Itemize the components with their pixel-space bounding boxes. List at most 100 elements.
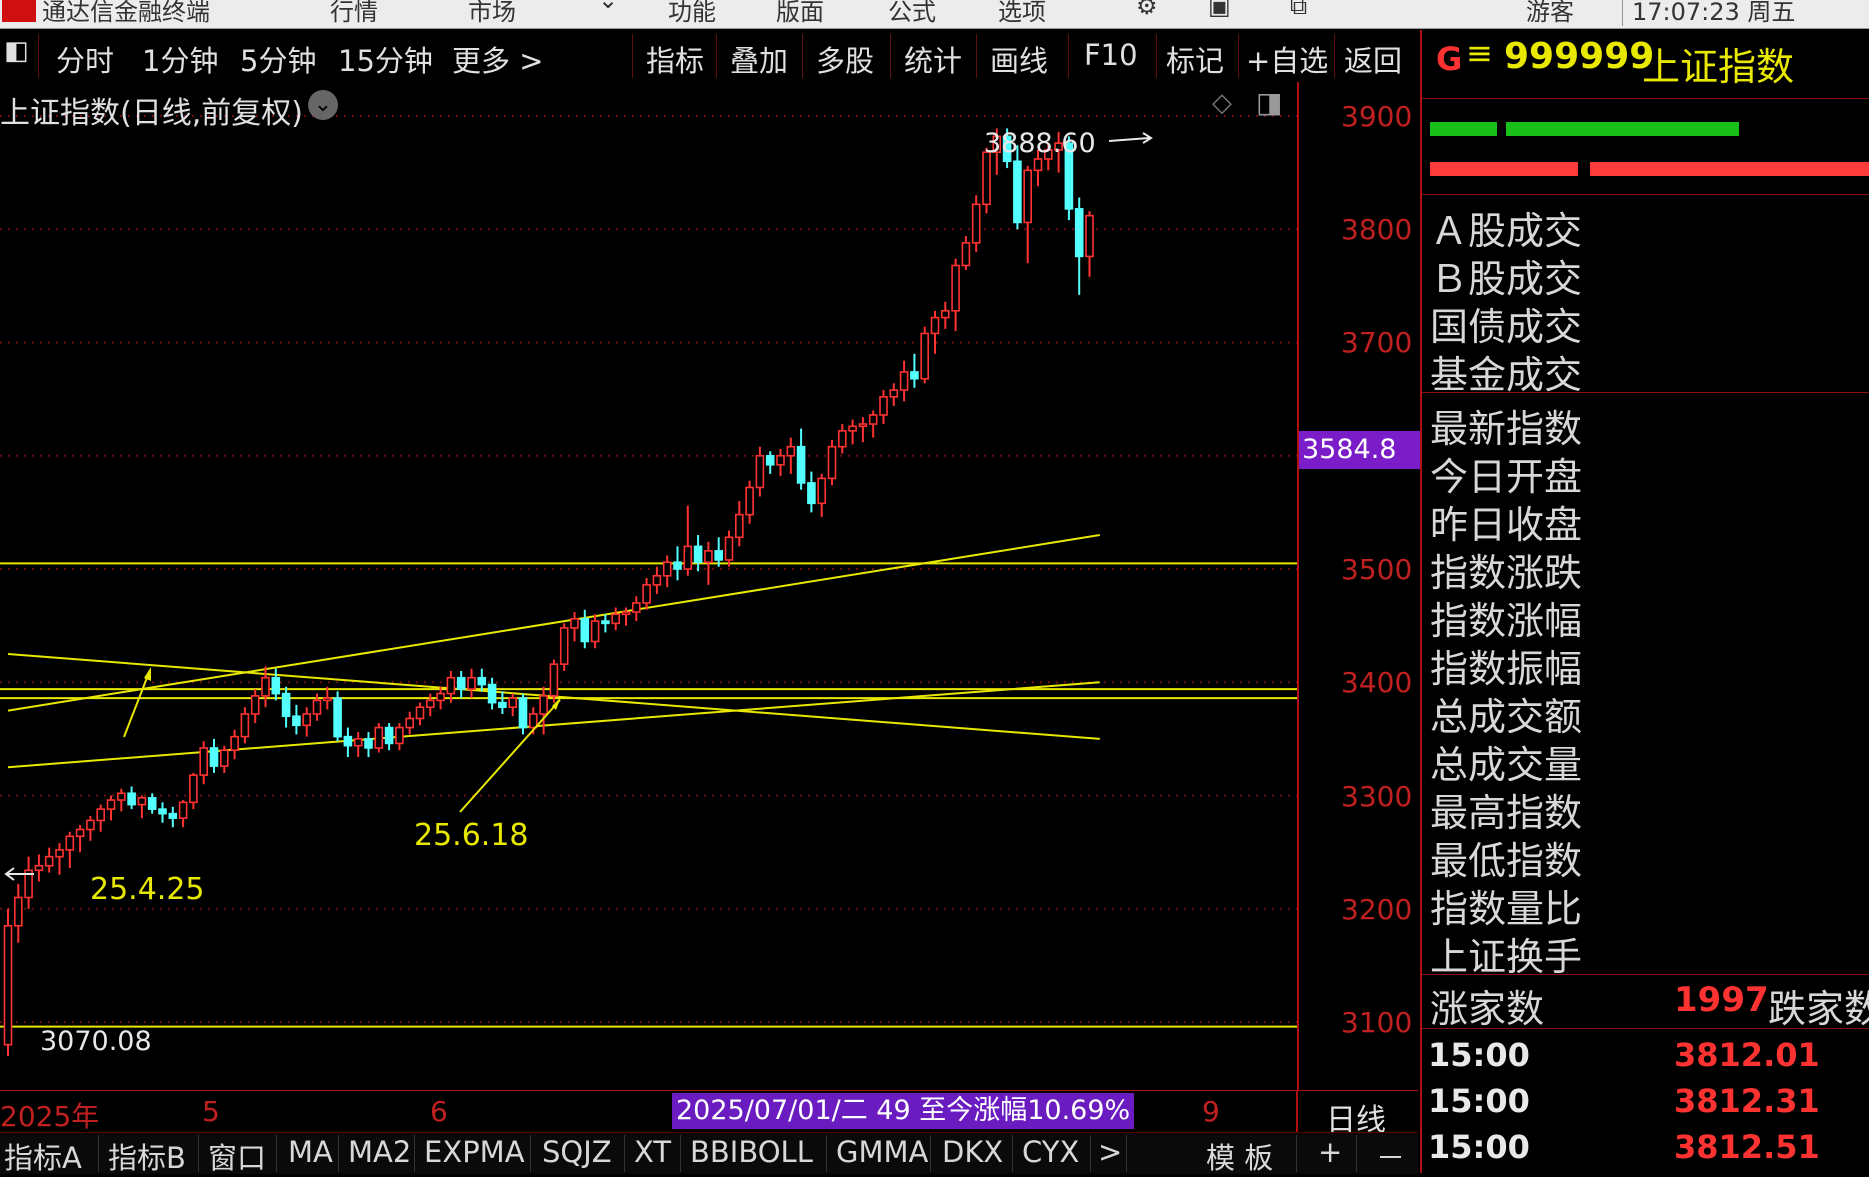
candle-body	[549, 663, 559, 697]
candle-body	[333, 697, 342, 738]
candle-body	[683, 545, 693, 570]
candle-body	[590, 620, 600, 643]
index-name: 上证指数	[1642, 45, 1795, 89]
zoom-in-button[interactable]: +	[1318, 1135, 1342, 1169]
tab-divider	[1012, 1135, 1013, 1172]
tab-cyx[interactable]: CYX	[1022, 1135, 1079, 1169]
lock-icon[interactable]: ▣	[1208, 0, 1231, 20]
candle	[147, 793, 157, 814]
menu-formula[interactable]: 公式	[888, 0, 936, 27]
tool-statistics[interactable]: 统计	[904, 38, 962, 80]
account-icon[interactable]: ⧉	[1290, 0, 1307, 20]
panel-toggle-icon[interactable]: ◨	[1256, 86, 1282, 119]
xlabel-june: 6	[430, 1095, 448, 1128]
tab-bbiboll[interactable]: BBIBOLL	[690, 1135, 813, 1169]
candle	[714, 537, 724, 567]
tool-f10[interactable]: F10	[1084, 38, 1138, 72]
menu-layout[interactable]: 版面	[776, 0, 824, 27]
label-fund-turnover: 基金成交	[1430, 353, 1583, 397]
tick-time: 15:00	[1428, 1036, 1530, 1074]
candle	[44, 847, 54, 873]
tab-ma[interactable]: MA	[288, 1135, 333, 1169]
tick-price: 3812.51	[1674, 1128, 1820, 1166]
candle-body	[240, 713, 250, 738]
label-index-amplitude: 指数振幅	[1430, 647, 1583, 691]
period-5min[interactable]: 5分钟	[240, 38, 316, 80]
candle	[580, 609, 590, 649]
toolbar-divider	[632, 34, 633, 78]
tool-draw-line[interactable]: 画线	[990, 38, 1048, 80]
tab-expma[interactable]: EXPMA	[424, 1135, 525, 1169]
candle	[343, 727, 353, 758]
user-label[interactable]: 游客	[1526, 0, 1574, 27]
advancers-count: 1997	[1674, 980, 1769, 1020]
tool-overlay[interactable]: 叠加	[730, 38, 788, 80]
tabs-scroll-right[interactable]: >	[1098, 1135, 1122, 1169]
volume-bar-green-right	[1506, 122, 1740, 136]
candle	[137, 795, 147, 819]
candle	[127, 786, 136, 810]
tab-window[interactable]: 窗口	[208, 1135, 266, 1177]
xlabel-september: 9	[1202, 1095, 1220, 1128]
candlestick-chart[interactable]: 上证指数(日线,前复权) ⌄ ◇ ◨ 3888.60 3070.08 25.4.…	[0, 82, 1297, 1090]
candle	[405, 711, 415, 735]
tick-time: 15:00	[1428, 1128, 1530, 1166]
tab-gmma[interactable]: GMMA	[836, 1135, 928, 1169]
menu-market-quotes[interactable]: 行情	[330, 0, 378, 27]
template-button[interactable]: 模 板	[1206, 1135, 1273, 1177]
candle-body	[807, 482, 816, 505]
zoom-out-button[interactable]: －	[1376, 1135, 1405, 1177]
chart-header-title[interactable]: 上证指数(日线,前复权)	[0, 88, 303, 132]
label-total-amount: 总成交额	[1430, 695, 1583, 739]
dropdown-chevron-icon[interactable]: ⌄	[598, 0, 618, 14]
candle	[220, 745, 229, 773]
candle	[3, 908, 13, 1057]
tab-dkx[interactable]: DKX	[942, 1135, 1003, 1169]
tab-divider	[414, 1135, 415, 1172]
sidebar-toggle-icon[interactable]: ◧	[4, 36, 29, 66]
chart-canvas[interactable]	[0, 82, 1297, 1090]
label-advancers: 涨家数	[1430, 987, 1545, 1031]
candle-body	[796, 445, 806, 484]
candle-body	[930, 316, 940, 335]
axis-divider	[1296, 1091, 1298, 1133]
period-more[interactable]: 更多 >	[452, 38, 544, 80]
candle	[683, 505, 693, 576]
candle-body	[734, 513, 744, 539]
menu-functions[interactable]: 功能	[668, 0, 716, 27]
menu-lines-icon[interactable]: ≡	[1466, 34, 1493, 72]
tool-back[interactable]: 返回	[1344, 38, 1402, 80]
tab-ma2[interactable]: MA2	[348, 1135, 411, 1169]
period-intraday[interactable]: 分时	[56, 38, 114, 80]
candle	[86, 815, 95, 841]
period-1min[interactable]: 1分钟	[142, 38, 218, 80]
tab-divider	[338, 1135, 339, 1172]
candle-body	[106, 799, 116, 810]
tool-indicator[interactable]: 指标	[646, 38, 704, 80]
panel-divider	[1422, 392, 1869, 393]
tab-divider	[198, 1135, 199, 1172]
tool-bookmark[interactable]: 标记	[1166, 38, 1224, 80]
tool-add-watchlist[interactable]: +自选	[1246, 38, 1328, 80]
period-15min[interactable]: 15分钟	[338, 38, 433, 80]
label-b-share-turnover: Ｂ股成交	[1430, 257, 1583, 301]
candle-body	[889, 389, 899, 398]
diamond-icon[interactable]: ◇	[1212, 88, 1232, 118]
candle-body	[776, 454, 785, 466]
tab-indicator-b[interactable]: 指标B	[108, 1135, 186, 1177]
label-decliners: 跌家数	[1768, 987, 1869, 1031]
candle	[817, 473, 827, 517]
candle-body	[1033, 158, 1043, 172]
menu-options[interactable]: 选项	[998, 0, 1046, 27]
tick-price: 3812.01	[1674, 1036, 1820, 1074]
volume-bar-green-left	[1430, 122, 1498, 136]
tab-sqjz[interactable]: SQJZ	[542, 1135, 612, 1169]
tab-xt[interactable]: XT	[634, 1135, 671, 1169]
menu-market[interactable]: 市场	[468, 0, 516, 27]
settings-icon[interactable]: ⚙	[1136, 0, 1158, 20]
chart-options-dropdown-icon[interactable]: ⌄	[308, 90, 338, 120]
tab-indicator-a[interactable]: 指标A	[4, 1135, 82, 1177]
tool-multi-stock[interactable]: 多股	[816, 38, 874, 80]
candle	[590, 614, 600, 649]
low-value-label: 3070.08	[40, 1026, 152, 1057]
